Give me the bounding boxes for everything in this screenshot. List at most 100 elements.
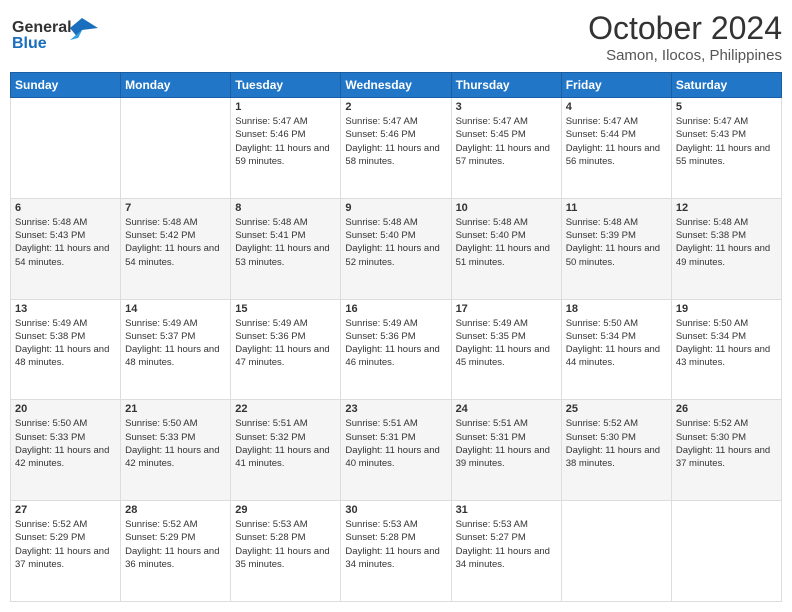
sunset-text: Sunset: 5:36 PM — [235, 331, 305, 342]
calendar-cell: 5Sunrise: 5:47 AMSunset: 5:43 PMDaylight… — [671, 98, 781, 199]
calendar-cell: 18Sunrise: 5:50 AMSunset: 5:34 PMDayligh… — [561, 299, 671, 400]
sunrise-text: Sunrise: 5:49 AM — [125, 318, 197, 329]
day-header-wednesday: Wednesday — [341, 73, 451, 98]
daylight-text: Daylight: 11 hours and 59 minutes. — [235, 143, 329, 167]
calendar-cell: 4Sunrise: 5:47 AMSunset: 5:44 PMDaylight… — [561, 98, 671, 199]
day-number: 8 — [235, 202, 336, 214]
sunrise-text: Sunrise: 5:48 AM — [456, 217, 528, 228]
sunrise-text: Sunrise: 5:49 AM — [345, 318, 417, 329]
sunset-text: Sunset: 5:42 PM — [125, 230, 195, 241]
sunrise-text: Sunrise: 5:50 AM — [566, 318, 638, 329]
calendar-week-1: 1Sunrise: 5:47 AMSunset: 5:46 PMDaylight… — [11, 98, 782, 199]
sunrise-text: Sunrise: 5:51 AM — [456, 418, 528, 429]
daylight-text: Daylight: 11 hours and 36 minutes. — [125, 546, 219, 570]
day-info: Sunrise: 5:48 AMSunset: 5:38 PMDaylight:… — [676, 216, 777, 269]
calendar-cell: 9Sunrise: 5:48 AMSunset: 5:40 PMDaylight… — [341, 198, 451, 299]
day-number: 2 — [345, 101, 446, 113]
day-number: 13 — [15, 303, 116, 315]
day-number: 5 — [676, 101, 777, 113]
day-number: 25 — [566, 403, 667, 415]
day-number: 9 — [345, 202, 446, 214]
daylight-text: Daylight: 11 hours and 42 minutes. — [125, 445, 219, 469]
day-info: Sunrise: 5:47 AMSunset: 5:46 PMDaylight:… — [345, 115, 446, 168]
sunset-text: Sunset: 5:41 PM — [235, 230, 305, 241]
calendar-cell: 27Sunrise: 5:52 AMSunset: 5:29 PMDayligh… — [11, 501, 121, 602]
day-number: 7 — [125, 202, 226, 214]
daylight-text: Daylight: 11 hours and 49 minutes. — [676, 243, 770, 267]
day-number: 24 — [456, 403, 557, 415]
daylight-text: Daylight: 11 hours and 46 minutes. — [345, 344, 439, 368]
logo-icon: General Blue — [10, 10, 100, 54]
sunrise-text: Sunrise: 5:49 AM — [235, 318, 307, 329]
day-header-sunday: Sunday — [11, 73, 121, 98]
day-info: Sunrise: 5:48 AMSunset: 5:43 PMDaylight:… — [15, 216, 116, 269]
sunset-text: Sunset: 5:38 PM — [15, 331, 85, 342]
sunset-text: Sunset: 5:29 PM — [125, 532, 195, 543]
sunrise-text: Sunrise: 5:48 AM — [235, 217, 307, 228]
daylight-text: Daylight: 11 hours and 34 minutes. — [345, 546, 439, 570]
day-number: 19 — [676, 303, 777, 315]
daylight-text: Daylight: 11 hours and 51 minutes. — [456, 243, 550, 267]
day-info: Sunrise: 5:48 AMSunset: 5:39 PMDaylight:… — [566, 216, 667, 269]
day-number: 22 — [235, 403, 336, 415]
sunset-text: Sunset: 5:38 PM — [676, 230, 746, 241]
calendar-cell: 21Sunrise: 5:50 AMSunset: 5:33 PMDayligh… — [121, 400, 231, 501]
sunrise-text: Sunrise: 5:50 AM — [15, 418, 87, 429]
day-info: Sunrise: 5:49 AMSunset: 5:37 PMDaylight:… — [125, 317, 226, 370]
daylight-text: Daylight: 11 hours and 42 minutes. — [15, 445, 109, 469]
location-subtitle: Samon, Ilocos, Philippines — [588, 47, 782, 64]
sunset-text: Sunset: 5:31 PM — [345, 432, 415, 443]
calendar-cell: 17Sunrise: 5:49 AMSunset: 5:35 PMDayligh… — [451, 299, 561, 400]
calendar-cell: 14Sunrise: 5:49 AMSunset: 5:37 PMDayligh… — [121, 299, 231, 400]
calendar-week-2: 6Sunrise: 5:48 AMSunset: 5:43 PMDaylight… — [11, 198, 782, 299]
daylight-text: Daylight: 11 hours and 34 minutes. — [456, 546, 550, 570]
sunrise-text: Sunrise: 5:48 AM — [15, 217, 87, 228]
calendar-cell: 19 Sunrise: 5:50 AMSunset: 5:34 PMDayligh… — [671, 299, 781, 400]
daylight-text: Daylight: 11 hours and 35 minutes. — [235, 546, 329, 570]
header: General Blue October 2024 Samon, Ilocos,… — [10, 10, 782, 64]
sunrise-text: Sunrise: 5:47 AM — [676, 116, 748, 127]
daylight-text: Daylight: 11 hours and 44 minutes. — [566, 344, 660, 368]
sunset-text: Sunset: 5:32 PM — [235, 432, 305, 443]
sunrise-text: Sunrise: 5:51 AM — [345, 418, 417, 429]
day-info: Sunrise: 5:47 AMSunset: 5:45 PMDaylight:… — [456, 115, 557, 168]
day-info: Sunrise: 5:48 AMSunset: 5:42 PMDaylight:… — [125, 216, 226, 269]
daylight-text: Daylight: 11 hours and 38 minutes. — [566, 445, 660, 469]
calendar-cell: 12Sunrise: 5:48 AMSunset: 5:38 PMDayligh… — [671, 198, 781, 299]
calendar-cell: 31Sunrise: 5:53 AMSunset: 5:27 PMDayligh… — [451, 501, 561, 602]
sunrise-text: Sunrise: 5:52 AM — [676, 418, 748, 429]
day-info: Sunrise: 5:49 AM Sunset: 5:36 PM Daylight:… — [345, 317, 446, 370]
sunset-text: Sunset: 5:43 PM — [676, 129, 746, 140]
daylight-text: Daylight: 11 hours and 39 minutes. — [456, 445, 550, 469]
logo: General Blue — [10, 10, 100, 59]
calendar-cell: 29Sunrise: 5:53 AMSunset: 5:28 PMDayligh… — [231, 501, 341, 602]
sunset-text: Sunset: 5:43 PM — [15, 230, 85, 241]
day-info: Sunrise: 5:52 AMSunset: 5:29 PMDaylight:… — [125, 518, 226, 571]
calendar-cell: 25Sunrise: 5:52 AMSunset: 5:30 PMDayligh… — [561, 400, 671, 501]
calendar-cell: 7Sunrise: 5:48 AMSunset: 5:42 PMDaylight… — [121, 198, 231, 299]
day-number: 11 — [566, 202, 667, 214]
day-info: Sunrise: 5:47 AMSunset: 5:46 PMDaylight:… — [235, 115, 336, 168]
day-number: 18 — [566, 303, 667, 315]
sunset-text: Sunset: 5:33 PM — [15, 432, 85, 443]
day-info: Sunrise: 5:50 AMSunset: 5:34 PMDaylight:… — [676, 317, 777, 370]
day-number: 15 — [235, 303, 336, 315]
daylight-text: Daylight: 11 hours and 41 minutes. — [235, 445, 329, 469]
sunrise-text: Sunrise: 5:49 AM — [15, 318, 87, 329]
daylight-text: Daylight: 11 hours and 48 minutes. — [125, 344, 219, 368]
sunset-text: Sunset: 5:28 PM — [235, 532, 305, 543]
day-number: 1 — [235, 101, 336, 113]
calendar-cell: 16Sunrise: 5:49 AMSunset: 5:36 PMDayligh… — [341, 299, 451, 400]
sunset-text: Sunset: 5:36 PM — [345, 331, 415, 342]
day-number: 29 — [235, 504, 336, 516]
sunset-text: Sunset: 5:46 PM — [345, 129, 415, 140]
sunrise-text: Sunrise: 5:50 AM — [125, 418, 197, 429]
calendar-cell: 30Sunrise: 5:53 AMSunset: 5:28 PMDayligh… — [341, 501, 451, 602]
sunrise-text: Sunrise: 5:48 AM — [125, 217, 197, 228]
day-number: 4 — [566, 101, 667, 113]
calendar-cell: 6Sunrise: 5:48 AMSunset: 5:43 PMDaylight… — [11, 198, 121, 299]
day-number: 30 — [345, 504, 446, 516]
daylight-text: Daylight: 11 hours and 47 minutes. — [235, 344, 329, 368]
day-number: 21 — [125, 403, 226, 415]
day-info: Sunrise: 5:48 AMSunset: 5:40 PMDaylight:… — [456, 216, 557, 269]
